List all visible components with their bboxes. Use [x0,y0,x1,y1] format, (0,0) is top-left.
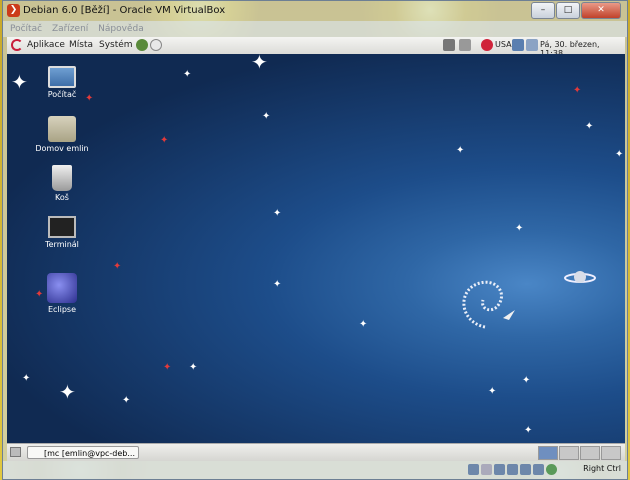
star-decoration: ✦ [573,85,582,96]
network-icon[interactable] [459,39,471,51]
star-decoration: ✦ [251,50,268,74]
desktop-icon-label: Domov emlin [35,144,89,153]
vbox-menubar: Počítač Zařízení Nápověda [3,21,627,37]
desktop-icon-label: Koš [55,193,69,202]
host-key-indicator[interactable]: Right Ctrl [583,464,621,473]
volume-icon[interactable] [443,39,455,51]
star-decoration: ✦ [183,69,192,80]
menu-napoveda[interactable]: Nápověda [98,24,144,34]
desktop-icon-home[interactable]: Domov emlin [27,116,97,153]
close-button[interactable]: ✕ [581,2,621,19]
vbox-status-bar: Right Ctrl [3,461,627,479]
home-folder-icon [48,116,76,142]
menu-aplikace[interactable]: Aplikace [27,40,65,50]
mouse-integration-icon[interactable] [546,464,557,475]
window-titlebar[interactable]: ❯ Debian 6.0 [Běží] - Oracle VM VirtualB… [3,1,627,21]
workspace-1[interactable] [538,446,558,460]
menu-mista[interactable]: Místa [69,40,93,50]
terminal-icon [48,216,76,238]
show-desktop-icon[interactable] [10,447,21,457]
star-decoration: ✦ [615,149,624,160]
star-decoration: ✦ [160,135,169,146]
computer-icon [48,66,76,88]
display-icon[interactable] [512,39,524,51]
desktop-icon-trash[interactable]: Koš [27,165,97,202]
menu-system[interactable]: Systém [99,40,133,50]
shared-folders-icon[interactable] [507,464,518,475]
update-notifier-icon[interactable] [481,39,493,51]
star-decoration: ✦ [59,380,76,404]
workspace-4[interactable] [601,446,621,460]
browser-launcher-icon[interactable] [136,39,148,51]
debian-swirl-galaxy [462,280,515,329]
usb-icon[interactable] [494,464,505,475]
workspace-2[interactable] [559,446,579,460]
trash-icon [52,165,72,191]
star-decoration: ✦ [522,375,531,386]
optical-drive-icon[interactable] [481,464,492,475]
star-decoration: ✦ [163,362,172,373]
desktop-icon-eclipse[interactable]: Eclipse [27,273,97,314]
planet-decoration [564,271,596,283]
gnome-bottom-panel: [mc [emlin@vpc-deb... [7,443,625,461]
task-label: [mc [emlin@vpc-deb... [44,449,136,458]
taskbar-button-mc[interactable]: [mc [emlin@vpc-deb... [27,446,139,459]
star-decoration: ✦ [585,121,594,132]
desktop-icon-computer[interactable]: Počítač [27,66,97,99]
notes-icon[interactable] [526,39,538,51]
menu-zarizeni[interactable]: Zařízení [52,24,88,34]
star-decoration: ✦ [273,208,282,219]
virtualbox-window: ❯ Debian 6.0 [Běží] - Oracle VM VirtualB… [2,0,628,480]
help-launcher-icon[interactable] [150,39,162,51]
star-decoration: ✦ [122,395,131,406]
star-decoration: ✦ [515,223,524,234]
desktop-icon-label: Počítač [47,90,77,99]
display-capture-icon[interactable] [533,464,544,475]
star-decoration: ✦ [189,362,198,373]
star-decoration: ✦ [262,111,271,122]
menu-pocitac[interactable]: Počítač [10,24,42,34]
eclipse-icon [47,273,77,303]
guest-screen: Aplikace Místa Systém USA Pá, 30. březen… [7,37,625,461]
star-decoration: ✦ [456,145,465,156]
star-decoration: ✦ [11,70,28,94]
desktop-icon-label: Terminál [45,240,79,249]
star-decoration: ✦ [273,279,282,290]
desktop-icon-label: Eclipse [47,305,77,314]
star-decoration: ✦ [488,386,497,397]
window-title: Debian 6.0 [Běží] - Oracle VM VirtualBox [23,5,226,16]
virtualbox-app-icon: ❯ [7,4,20,17]
workspace-3[interactable] [580,446,600,460]
minimize-button[interactable]: – [531,2,555,19]
debian-logo-icon[interactable] [11,39,23,51]
workspace-switcher [538,446,621,460]
star-decoration: ✦ [22,373,31,384]
star-decoration: ✦ [113,261,122,272]
star-decoration: ✦ [359,319,368,330]
star-decoration: ✦ [524,425,533,436]
gnome-top-panel: Aplikace Místa Systém USA Pá, 30. březen… [7,37,625,58]
hard-disk-icon[interactable] [468,464,479,475]
keyboard-layout-indicator[interactable]: USA [495,40,512,49]
desktop-icon-terminal[interactable]: Terminál [27,216,97,249]
maximize-button[interactable]: □ [556,2,580,19]
desktop-background: ✦ ✦ ✦ ✦ ✦ ✦ ✦ ✦ ✦ ✦ ✦ ✦ ✦ ✦ ✦ ✦ ✦ ✦ ✦ ✦ … [7,50,625,443]
network-adapter-icon[interactable] [520,464,531,475]
